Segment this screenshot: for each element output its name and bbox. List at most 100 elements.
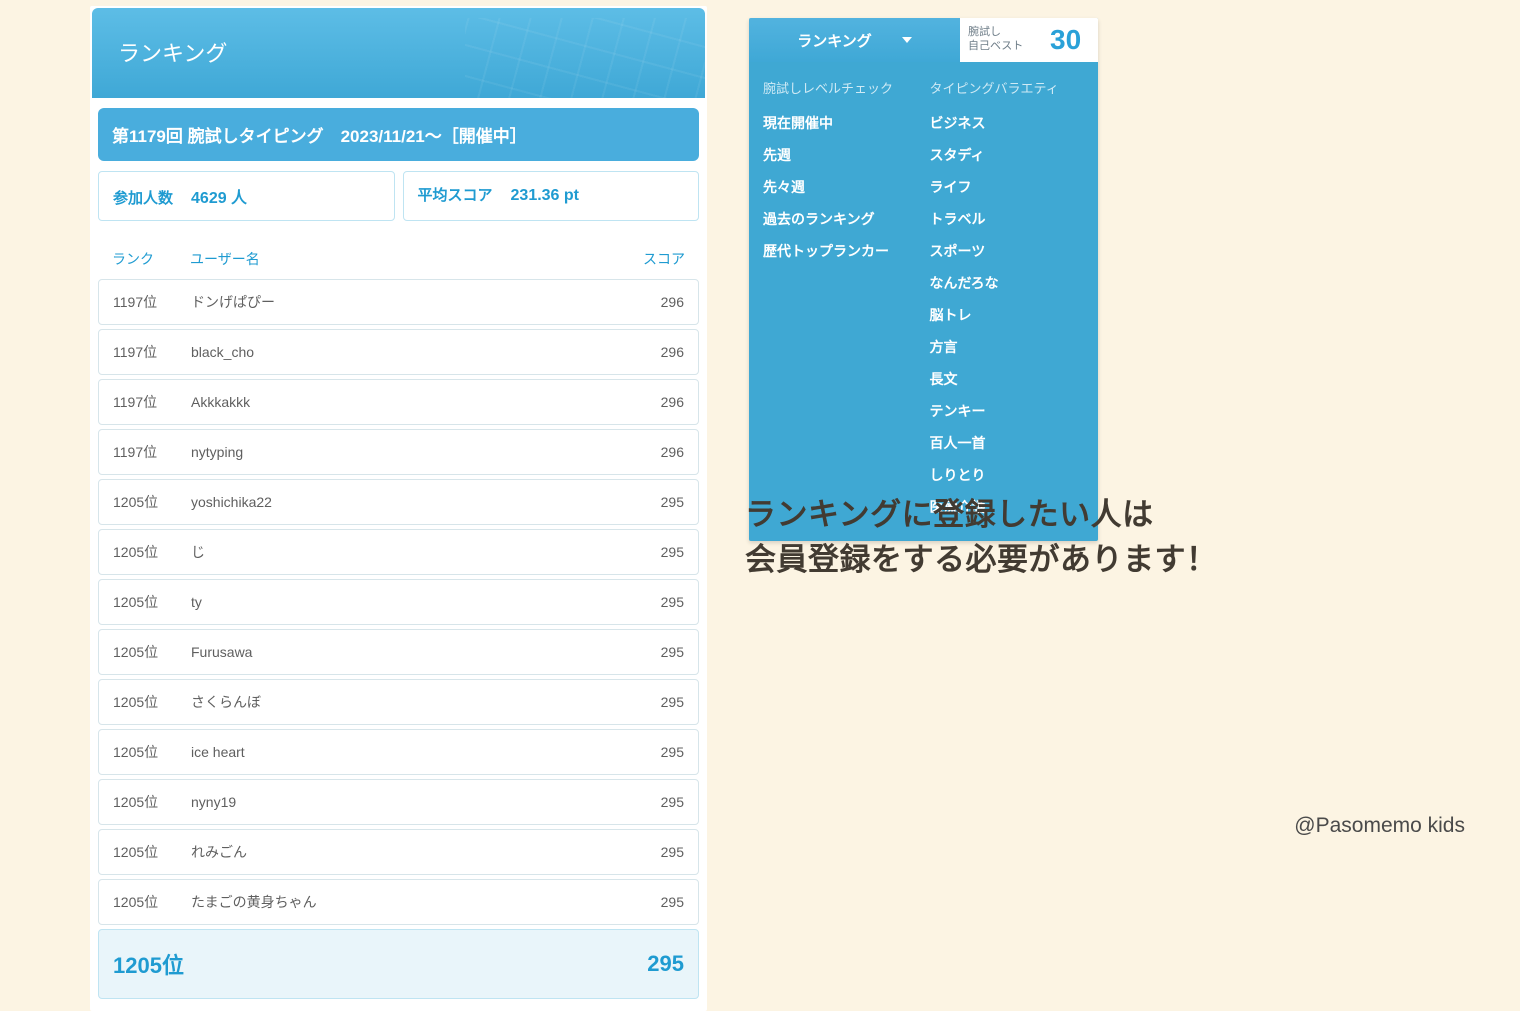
participants-box: 参加人数 4629 人 xyxy=(98,171,395,221)
row-score: 296 xyxy=(624,294,684,310)
message-line1: ランキングに登録したい人は xyxy=(745,493,1405,538)
ranking-row[interactable]: 1205位Furusawa295 xyxy=(98,629,699,675)
row-rank: 1197位 xyxy=(113,292,191,312)
row-user: Akkkakkk xyxy=(191,394,624,410)
row-rank: 1205位 xyxy=(113,492,191,512)
event-title-bar: 第1179回 腕試しタイピング 2023/11/21～［開催中］ xyxy=(98,108,699,161)
row-rank: 1205位 xyxy=(113,692,191,712)
ranking-header: ランキング xyxy=(92,8,705,98)
chevron-down-icon xyxy=(902,37,912,43)
ranking-row[interactable]: 1205位たまごの黄身ちゃん295 xyxy=(98,879,699,925)
row-rank: 1205位 xyxy=(113,742,191,762)
credit-text: @Pasomemo kids xyxy=(1294,814,1465,838)
participants-value: 4629 人 xyxy=(191,184,247,208)
nav-columns: 腕試しレベルチェック 現在開催中先週先々週過去のランキング歴代トップランカー タ… xyxy=(749,62,1098,541)
row-rank: 1205位 xyxy=(113,592,191,612)
row-score: 295 xyxy=(624,744,684,760)
ranking-row[interactable]: 1205位ice heart295 xyxy=(98,729,699,775)
row-score: 296 xyxy=(624,444,684,460)
row-score: 295 xyxy=(624,694,684,710)
nav-link[interactable]: 過去のランキング xyxy=(763,203,918,235)
nav-tab-ranking-label: ランキング xyxy=(797,30,872,51)
nav-dropdown-panel: ランキング 腕試し 自己ベスト 30 腕試しレベルチェック 現在開催中先週先々週… xyxy=(749,18,1098,541)
row-user: じ xyxy=(191,542,624,562)
row-score: 295 xyxy=(624,794,684,810)
row-score: 295 xyxy=(624,844,684,860)
ranking-row[interactable]: 1205位じ295 xyxy=(98,529,699,575)
nav-tabs: ランキング 腕試し 自己ベスト 30 xyxy=(749,18,1098,62)
ranking-row[interactable]: 1197位ドンげぱぴー296 xyxy=(98,279,699,325)
col-header-rank: ランク xyxy=(112,249,190,269)
highlight-score: 295 xyxy=(624,951,684,977)
stats-row: 参加人数 4629 人 平均スコア 231.36 pt xyxy=(98,171,699,221)
nav-tab-score: 30 xyxy=(1050,18,1098,62)
ranking-row[interactable]: 1197位black_cho296 xyxy=(98,329,699,375)
ranking-list: 1197位ドンげぱぴー2961197位black_cho2961197位Akkk… xyxy=(98,279,699,925)
row-user: yoshichika22 xyxy=(191,494,624,510)
ranking-row-highlight[interactable]: 1205位 295 xyxy=(98,929,699,999)
ranking-title: ランキング xyxy=(118,41,227,66)
nav-link[interactable]: テンキー xyxy=(930,395,1085,427)
row-user: ty xyxy=(191,594,624,610)
nav-col1-links: 現在開催中先週先々週過去のランキング歴代トップランカー xyxy=(763,107,918,267)
nav-col-variety: タイピングバラエティ ビジネススタディライフトラベルスポーツなんだろな脳トレ方言… xyxy=(930,78,1085,523)
nav-link[interactable]: 長文 xyxy=(930,363,1085,395)
row-rank: 1197位 xyxy=(113,392,191,412)
nav-link[interactable]: なんだろな xyxy=(930,267,1085,299)
row-user: Furusawa xyxy=(191,644,624,660)
ranking-row[interactable]: 1205位れみごん295 xyxy=(98,829,699,875)
col-header-user: ユーザー名 xyxy=(190,249,625,269)
row-score: 296 xyxy=(624,394,684,410)
row-user: たまごの黄身ちゃん xyxy=(191,892,624,912)
col-header-score: スコア xyxy=(625,249,685,269)
avg-score-label: 平均スコア xyxy=(418,184,493,205)
nav-tab-best-label: 腕試し 自己ベスト xyxy=(968,26,1023,54)
row-score: 295 xyxy=(624,544,684,560)
nav-link[interactable]: 脳トレ xyxy=(930,299,1085,331)
row-user: ice heart xyxy=(191,744,624,760)
ranking-row[interactable]: 1205位さくらんぼ295 xyxy=(98,679,699,725)
nav-link[interactable]: ライフ xyxy=(930,171,1085,203)
row-user: れみごん xyxy=(191,842,624,862)
nav-col1-title: 腕試しレベルチェック xyxy=(763,78,918,97)
ranking-row[interactable]: 1197位nytyping296 xyxy=(98,429,699,475)
nav-link[interactable]: 先週 xyxy=(763,139,918,171)
nav-link[interactable]: 先々週 xyxy=(763,171,918,203)
nav-link[interactable]: トラベル xyxy=(930,203,1085,235)
row-user: さくらんぼ xyxy=(191,692,624,712)
row-rank: 1205位 xyxy=(113,842,191,862)
participants-label: 参加人数 xyxy=(113,187,173,208)
row-score: 295 xyxy=(624,494,684,510)
row-user: nyny19 xyxy=(191,794,624,810)
ranking-panel: ランキング 第1179回 腕試しタイピング 2023/11/21～［開催中］ 参… xyxy=(90,6,707,1011)
nav-link[interactable]: 歴代トップランカー xyxy=(763,235,918,267)
nav-link[interactable]: 現在開催中 xyxy=(763,107,918,139)
avg-score-value: 231.36 pt xyxy=(511,187,579,205)
row-rank: 1205位 xyxy=(113,542,191,562)
row-user: black_cho xyxy=(191,344,624,360)
nav-tab-ranking[interactable]: ランキング xyxy=(749,18,960,62)
nav-link[interactable]: 百人一首 xyxy=(930,427,1085,459)
nav-col2-title: タイピングバラエティ xyxy=(930,78,1085,97)
ranking-row[interactable]: 1205位ty295 xyxy=(98,579,699,625)
row-score: 295 xyxy=(624,644,684,660)
registration-message: ランキングに登録したい人は 会員登録をする必要があります！ xyxy=(745,493,1405,583)
nav-link[interactable]: ビジネス xyxy=(930,107,1085,139)
row-score: 295 xyxy=(624,594,684,610)
message-line2: 会員登録をする必要があります！ xyxy=(745,538,1405,583)
nav-col2-links: ビジネススタディライフトラベルスポーツなんだろな脳トレ方言長文テンキー百人一首し… xyxy=(930,107,1085,523)
nav-link[interactable]: スタディ xyxy=(930,139,1085,171)
nav-col-level-check: 腕試しレベルチェック 現在開催中先週先々週過去のランキング歴代トップランカー xyxy=(763,78,918,523)
avg-score-box: 平均スコア 231.36 pt xyxy=(403,171,700,221)
row-rank: 1197位 xyxy=(113,342,191,362)
ranking-body: 第1179回 腕試しタイピング 2023/11/21～［開催中］ 参加人数 46… xyxy=(90,100,707,1011)
row-user: ドンげぱぴー xyxy=(191,292,624,312)
ranking-row[interactable]: 1205位yoshichika22295 xyxy=(98,479,699,525)
nav-link[interactable]: スポーツ xyxy=(930,235,1085,267)
nav-tab-score-value: 30 xyxy=(1050,24,1081,56)
nav-link[interactable]: 方言 xyxy=(930,331,1085,363)
nav-link[interactable]: しりとり xyxy=(930,459,1085,491)
ranking-row[interactable]: 1205位nyny19295 xyxy=(98,779,699,825)
nav-tab-best[interactable]: 腕試し 自己ベスト xyxy=(960,18,1050,62)
ranking-row[interactable]: 1197位Akkkakkk296 xyxy=(98,379,699,425)
